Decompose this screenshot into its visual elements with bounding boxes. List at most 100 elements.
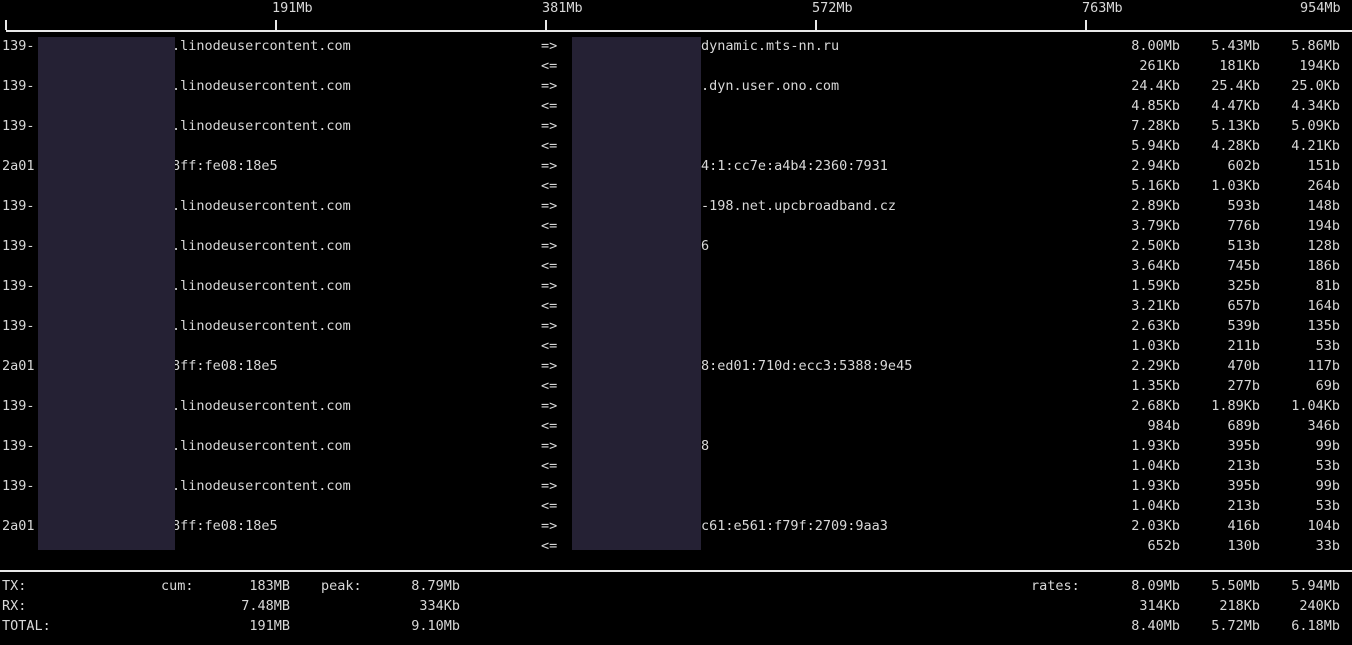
rx-rate-40s: 194b [1307,218,1340,234]
tx-arrow: => [541,398,558,414]
source-host-suffix: 8ff:fe08:18e5 [172,158,278,174]
tx-rate-10s: 5.13Kb [1211,118,1260,134]
rx-arrow: <= [541,138,558,154]
rx-arrow: <= [541,178,558,194]
rx-arrow: <= [541,298,558,314]
destination-host-suffix: -198.net.upcbroadband.cz [701,198,897,214]
scale-tick-4 [1085,20,1087,30]
tx-rate-2s: 2.63Kb [1131,318,1180,334]
source-host-prefix: 139- [2,118,35,134]
tx-rate-2s: 24.4Kb [1131,78,1180,94]
cum-label: cum: [161,578,194,594]
source-host-prefix: 139- [2,398,35,414]
tx-rate-2s: 2.29Kb [1131,358,1180,374]
tx-arrow: => [541,38,558,54]
source-host-suffix: .linodeusercontent.com [172,238,351,254]
redacted-source-block [38,37,175,550]
scale-label-4: 763Mb [1082,0,1123,16]
rx-cum-value: 7.48MB [241,598,290,614]
total-cum-value: 191MB [249,618,290,634]
source-host-prefix: 139- [2,438,35,454]
rx-arrow: <= [541,58,558,74]
totals-separator [0,570,1352,572]
tx-arrow: => [541,278,558,294]
destination-host-suffix: 8:ed01:710d:ecc3:5388:9e45 [701,358,913,374]
tx-rate-10s: 325b [1227,278,1260,294]
tx-rate-40s: 5.86Mb [1291,38,1340,54]
rx-rate-10s: 181Kb [1219,58,1260,74]
total-rate-10s: 5.72Mb [1211,618,1260,634]
tx-rate-40s: 117b [1307,358,1340,374]
destination-host-suffix: 8 [701,438,710,454]
source-host-suffix: .linodeusercontent.com [172,438,351,454]
rx-rate-10s: 1.03Kb [1211,178,1260,194]
tx-arrow: => [541,78,558,94]
rx-rate-10s: 211b [1227,338,1260,354]
source-host-prefix: 139- [2,78,35,94]
rx-arrow: <= [541,418,558,434]
rx-rate-40s: 194Kb [1299,58,1340,74]
rx-label: RX: [2,598,27,614]
rx-rate-40s: 186b [1307,258,1340,274]
rx-rate-2s: 984b [1147,418,1180,434]
tx-rate-40s: 148b [1307,198,1340,214]
rx-rate-2s: 261Kb [1139,58,1180,74]
tx-arrow: => [541,158,558,174]
rx-peak-value: 334Kb [419,598,460,614]
source-host-suffix: .linodeusercontent.com [172,198,351,214]
rx-arrow: <= [541,98,558,114]
rates-label: rates: [1031,578,1080,594]
source-host-prefix: 2a01 [2,158,35,174]
tx-rate-10s: 416b [1227,518,1260,534]
tx-rate-10s: 470b [1227,358,1260,374]
tx-rate-10s: 5.50Mb [1211,578,1260,594]
tx-rate-40s: 99b [1315,478,1340,494]
rx-rate-2s: 1.04Kb [1131,458,1180,474]
tx-rate-10s: 395b [1227,478,1260,494]
source-host-suffix: .linodeusercontent.com [172,478,351,494]
rx-rate-40s: 240Kb [1299,598,1340,614]
redacted-destination-block [572,37,701,550]
tx-rate-2s: 2.89Kb [1131,198,1180,214]
rx-rate-10s: 4.47Kb [1211,98,1260,114]
rx-rate-2s: 5.94Kb [1131,138,1180,154]
source-host-prefix: 2a01 [2,518,35,534]
rx-rate-10s: 776b [1227,218,1260,234]
tx-rate-2s: 2.03Kb [1131,518,1180,534]
tx-arrow: => [541,198,558,214]
tx-cum-value: 183MB [249,578,290,594]
rx-rate-10s: 130b [1227,538,1260,554]
destination-host-suffix: 4:1:cc7e:a4b4:2360:7931 [701,158,888,174]
rx-rate-40s: 33b [1315,538,1340,554]
tx-rate-40s: 81b [1315,278,1340,294]
rx-rate-10s: 213b [1227,498,1260,514]
rx-rate-40s: 53b [1315,498,1340,514]
rx-rate-40s: 4.34Kb [1291,98,1340,114]
source-host-suffix: 8ff:fe08:18e5 [172,358,278,374]
rx-rate-2s: 652b [1147,538,1180,554]
tx-rate-10s: 602b [1227,158,1260,174]
rx-arrow: <= [541,378,558,394]
tx-peak-value: 8.79Mb [411,578,460,594]
rx-arrow: <= [541,498,558,514]
rx-rate-40s: 164b [1307,298,1340,314]
source-host-suffix: .linodeusercontent.com [172,318,351,334]
tx-rate-10s: 593b [1227,198,1260,214]
tx-rate-10s: 539b [1227,318,1260,334]
destination-host-suffix: 6 [701,238,710,254]
peak-label: peak: [321,578,362,594]
tx-label: TX: [2,578,27,594]
tx-rate-2s: 1.59Kb [1131,278,1180,294]
rx-rate-10s: 218Kb [1219,598,1260,614]
tx-rate-2s: 1.93Kb [1131,478,1180,494]
tx-rate-2s: 2.94Kb [1131,158,1180,174]
tx-rate-2s: 7.28Kb [1131,118,1180,134]
scale-label-5: 954Mb [1300,0,1341,16]
tx-rate-10s: 1.89Kb [1211,398,1260,414]
rx-rate-2s: 3.79Kb [1131,218,1180,234]
scale-tick-1 [275,20,277,30]
rx-rate-2s: 1.35Kb [1131,378,1180,394]
total-label: TOTAL: [2,618,51,634]
tx-rate-40s: 135b [1307,318,1340,334]
rx-rate-40s: 4.21Kb [1291,138,1340,154]
